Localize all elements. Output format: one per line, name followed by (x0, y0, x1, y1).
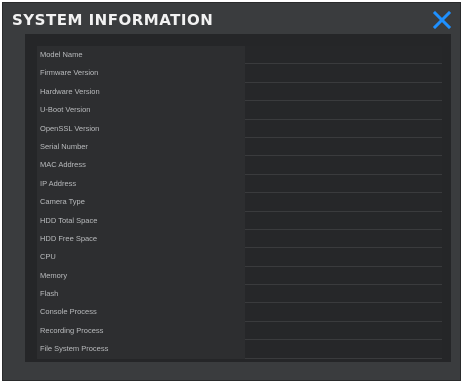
info-value (245, 137, 442, 157)
info-value (245, 285, 442, 304)
info-label: Flash (37, 285, 245, 304)
info-row: HDD Total Space (37, 211, 442, 230)
info-value (245, 174, 442, 194)
dialog-title: SYSTEM INFORMATION (12, 11, 214, 29)
info-row: Camera Type (37, 193, 442, 212)
info-row: OpenSSL Version (37, 119, 442, 138)
info-row: Firmware Version (37, 64, 442, 83)
info-label: CPU (37, 248, 245, 267)
info-value (245, 340, 442, 359)
info-label: HDD Total Space (37, 211, 245, 230)
info-value (245, 119, 442, 138)
info-value (245, 266, 442, 286)
info-row: Memory (37, 266, 442, 286)
info-row: Model Name (37, 46, 442, 65)
info-label: U-Boot Version (37, 101, 245, 120)
info-row: HDD Free Space (37, 229, 442, 249)
info-row: Recording Process (37, 321, 442, 341)
info-label: IP Address (37, 174, 245, 194)
info-label: Camera Type (37, 193, 245, 212)
info-value (245, 46, 442, 65)
info-label: Recording Process (37, 321, 245, 341)
info-label: Memory (37, 266, 245, 286)
info-table: Model Name Firmware Version Hardware Versi… (37, 46, 442, 359)
info-row: File System Process (37, 340, 442, 359)
dialog-title-bar: SYSTEM INFORMATION (3, 3, 460, 33)
info-value (245, 156, 442, 175)
info-label: Serial Number (37, 137, 245, 157)
info-label: Model Name (37, 46, 245, 65)
info-label: File System Process (37, 340, 245, 359)
info-row: Hardware Version (37, 82, 442, 102)
system-information-dialog: SYSTEM INFORMATION Model Name Firmware Ve… (2, 2, 461, 381)
info-value (245, 193, 442, 212)
info-row: CPU (37, 248, 442, 267)
info-label: HDD Free Space (37, 229, 245, 249)
info-row: MAC Address (37, 156, 442, 175)
info-value (245, 248, 442, 267)
info-value (245, 303, 442, 322)
info-row: U-Boot Version (37, 101, 442, 120)
info-value (245, 229, 442, 249)
info-label: MAC Address (37, 156, 245, 175)
info-value (245, 101, 442, 120)
info-value (245, 211, 442, 230)
close-icon (432, 10, 452, 30)
info-value (245, 64, 442, 83)
info-value (245, 82, 442, 102)
info-label: Hardware Version (37, 82, 245, 102)
info-row: Console Process (37, 303, 442, 322)
close-button[interactable] (432, 10, 452, 30)
info-row: IP Address (37, 174, 442, 194)
info-row: Serial Number (37, 137, 442, 157)
info-label: Firmware Version (37, 64, 245, 83)
info-label: OpenSSL Version (37, 119, 245, 138)
info-value (245, 321, 442, 341)
info-panel: Model Name Firmware Version Hardware Versi… (25, 34, 451, 362)
info-label: Console Process (37, 303, 245, 322)
info-row: Flash (37, 285, 442, 304)
